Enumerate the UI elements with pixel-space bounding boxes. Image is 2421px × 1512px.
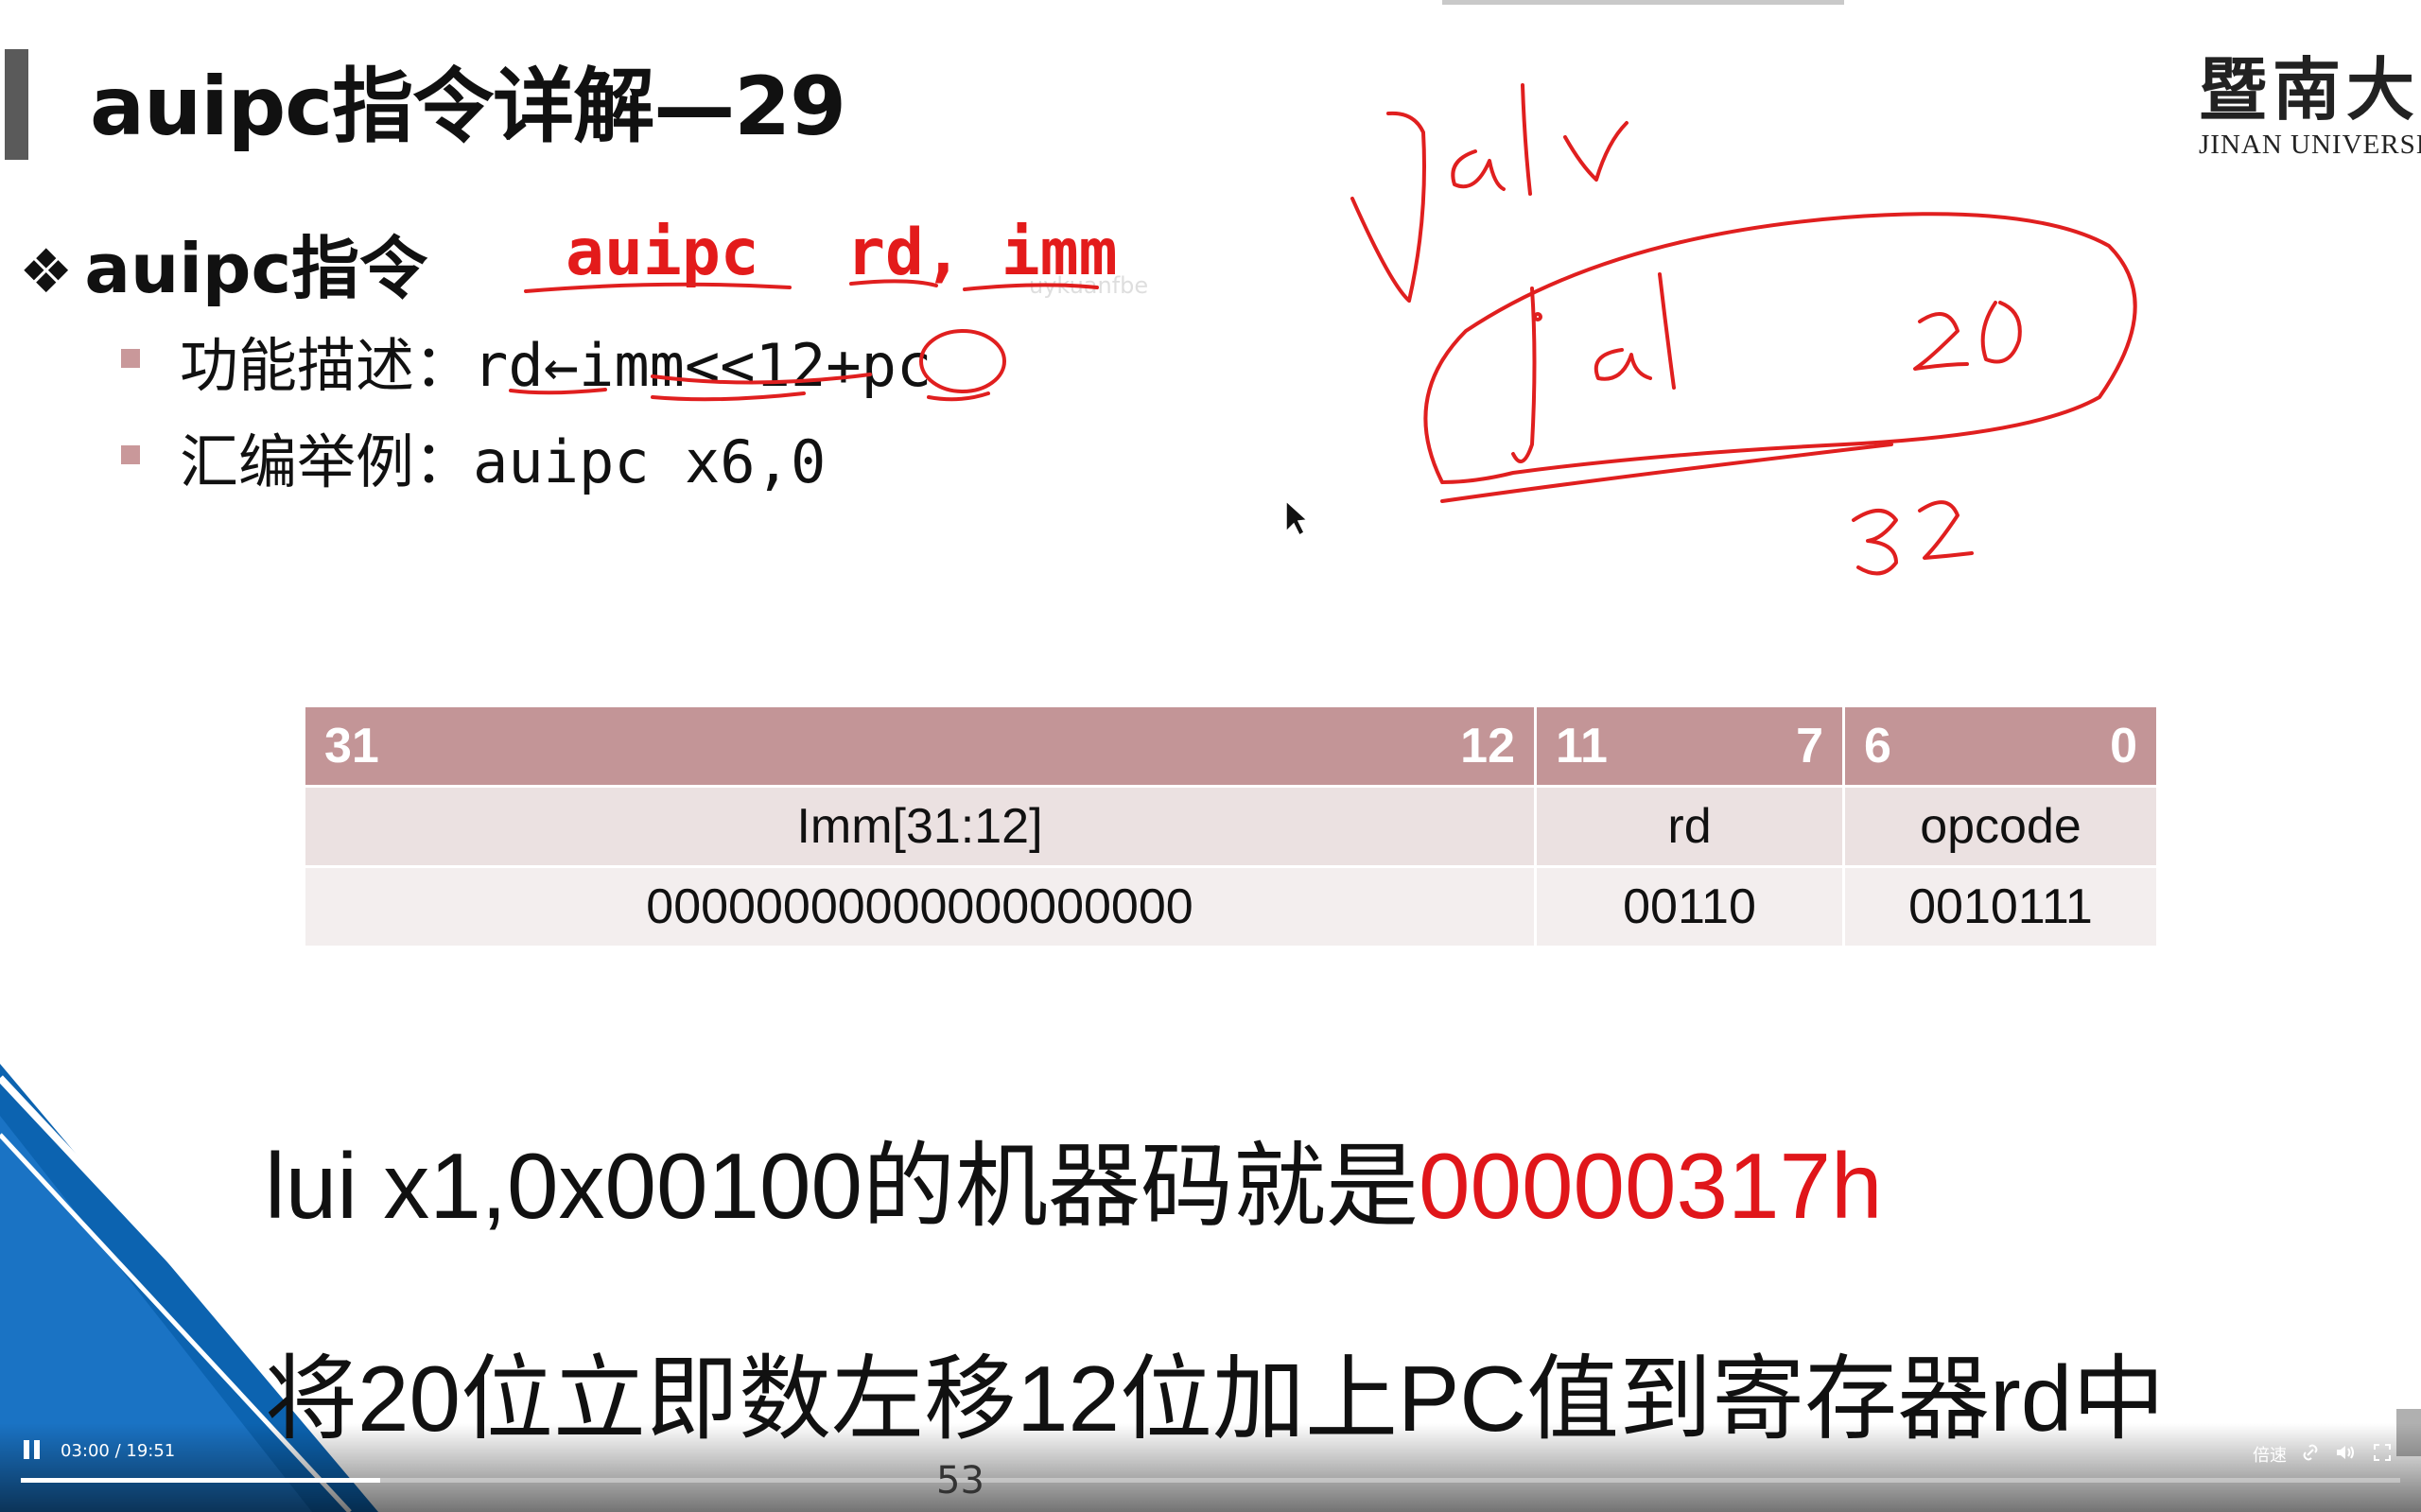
bit-range-imm: 31 12: [303, 704, 1537, 788]
encoding-table: 31 12 11 7 60 Imm[31:12] rd opcode 0000000…: [303, 704, 2159, 948]
value-rd: 00110: [1534, 865, 1845, 948]
bit-end: 7: [1796, 719, 1823, 773]
pause-icon: [24, 1440, 29, 1459]
university-logo: 暨南大学 JINAN UNIVERSITY: [2199, 34, 2421, 161]
field-imm: Imm[31:12]: [303, 785, 1537, 868]
bullet-code: auipc x6,0: [473, 427, 827, 496]
volume-icon[interactable]: [2334, 1442, 2357, 1468]
title-accent-bar: [5, 49, 28, 160]
slide: auipc指令详解—29 暨南大学 JINAN UNIVERSITY ❖auip…: [0, 0, 2421, 1512]
page-number: 53: [936, 1459, 984, 1503]
field-rd: rd: [1534, 785, 1845, 868]
pause-icon-bar: [34, 1440, 40, 1459]
logo-english: JINAN UNIVERSITY: [2199, 130, 2421, 160]
bit-end: 0: [2110, 719, 2137, 773]
square-bullet-icon: [121, 348, 140, 368]
bit-end: 12: [1460, 719, 1515, 773]
handwriting-jal: [1511, 287, 1537, 463]
bit-start: 6: [1864, 719, 1891, 773]
handwriting-32: [1852, 509, 1898, 576]
value-opcode: 0010111: [1842, 865, 2159, 948]
slide-title: auipc指令详解—29: [90, 60, 846, 154]
caption-highlight: 00000317h: [1419, 1134, 1883, 1238]
value-imm: 00000000000000000000: [303, 865, 1537, 948]
bit-start: 11: [1556, 719, 1608, 773]
fullscreen-icon[interactable]: [2372, 1442, 2393, 1468]
logo-chinese: 暨南大学: [2199, 49, 2421, 130]
link-icon[interactable]: [2300, 1442, 2321, 1468]
caption-text: lui x1,0x00100的机器码就是: [265, 1134, 1420, 1238]
diamond-bullet-icon: ❖: [19, 237, 74, 307]
speed-button[interactable]: 倍速: [2253, 1442, 2287, 1467]
caption-line-1: lui x1,0x00100的机器码就是00000317h: [265, 1111, 1883, 1245]
table-row: Imm[31:12] rd opcode: [303, 785, 2159, 868]
syntax-mnemonic: auipc: [566, 216, 759, 290]
progress-bar[interactable]: [21, 1478, 2400, 1483]
handwriting-jalr: [1350, 111, 1426, 303]
bullet-label: 功能描述：: [180, 331, 474, 400]
main-bullet-text: auipc指令: [84, 229, 428, 308]
table-header-row: 31 12 11 7 60: [303, 704, 2159, 788]
playback-time: 03:00 / 19:51: [61, 1441, 176, 1461]
pause-button[interactable]: [21, 1440, 44, 1465]
bit-range-opcode: 60: [1842, 704, 2159, 788]
watermark: uykuanfbe: [1029, 272, 1149, 299]
bullet-asm-example: 汇编举例：auipc x6,0: [121, 414, 826, 499]
bit-start: 31: [324, 719, 379, 773]
field-opcode: opcode: [1842, 785, 2159, 868]
table-row: 00000000000000000000 00110 0010111: [303, 865, 2159, 948]
handwriting-20: [1913, 312, 1969, 371]
handwriting-oval: [1423, 212, 2137, 484]
bullet-label: 汇编举例：: [180, 427, 474, 496]
mouse-cursor-icon: [1285, 499, 1309, 537]
video-player-controls: [0, 1423, 2421, 1512]
progress-fill: [21, 1478, 380, 1483]
bullet-code: rd←imm<<12+pc: [473, 331, 932, 400]
bullet-function-desc: 功能描述：rd←imm<<12+pc: [121, 318, 932, 403]
bit-range-rd: 11 7: [1534, 704, 1845, 788]
top-edge-bar: [1442, 0, 1844, 5]
main-bullet: ❖ auipc指令: [19, 213, 427, 312]
square-bullet-icon: [121, 444, 140, 464]
